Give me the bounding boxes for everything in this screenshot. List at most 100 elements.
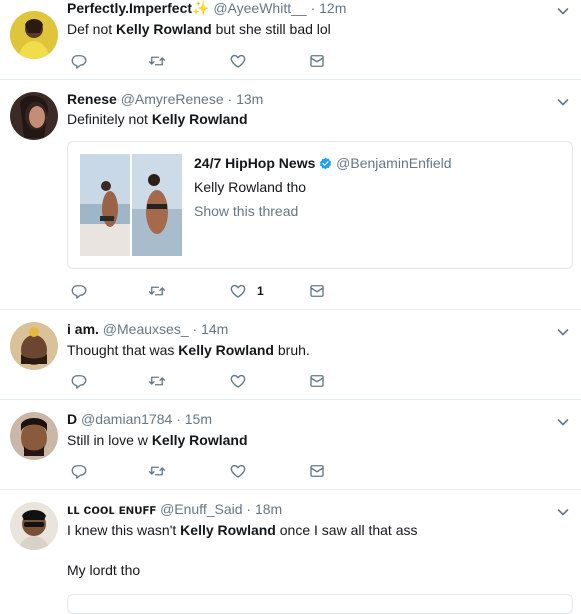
text-segment: I knew this wasn't [67, 522, 181, 538]
tweet-actions: 1 [67, 281, 367, 301]
avatar[interactable] [10, 322, 58, 370]
sparkles-emoji: ✨ [192, 0, 210, 16]
quoted-handle[interactable]: @BenjaminEnfield [336, 155, 451, 171]
chevron-down-icon[interactable] [557, 506, 569, 518]
user-handle[interactable]: @damian1784 [81, 411, 172, 427]
message-button[interactable] [308, 51, 326, 71]
chevron-down-icon[interactable] [557, 5, 569, 17]
retweet-icon [148, 372, 166, 390]
tweet-text: I knew this wasn't Kelly Rowland once I … [67, 522, 418, 538]
avatar-image [10, 11, 58, 59]
avatar-image [10, 92, 58, 140]
timestamp[interactable]: 13m [236, 91, 263, 107]
envelope-icon [308, 282, 326, 300]
heart-icon [229, 372, 247, 390]
chevron-down-icon[interactable] [557, 326, 569, 338]
text-segment: Def not [67, 21, 117, 37]
beach-photo-2 [132, 154, 182, 256]
tweet-header: ʟʟ ᴄᴏᴏʟ ᴇɴᴜꜰꜰ @Enuff_Said · 18m [67, 501, 282, 518]
tweet-text: Definitely not Kelly Rowland [67, 111, 248, 127]
quoted-display-name[interactable]: 24/7 HipHop News [194, 155, 315, 171]
avatar[interactable] [10, 502, 58, 550]
avatar[interactable] [10, 92, 58, 140]
like-count: 1 [257, 284, 264, 298]
separator-dot: · [246, 501, 252, 517]
chevron-down-icon[interactable] [557, 416, 569, 428]
tweet-header: Renese @AmyreRenese · 13m [67, 91, 263, 107]
text-segment: bruh. [273, 342, 310, 358]
like-button[interactable] [229, 371, 247, 391]
tweet-text: Def not Kelly Rowland but she still bad … [67, 21, 331, 37]
timestamp[interactable]: 15m [185, 411, 212, 427]
reply-button[interactable] [70, 371, 88, 391]
tweet-actions [67, 461, 367, 481]
chevron-down-icon[interactable] [557, 96, 569, 108]
beach-photo-1 [80, 154, 130, 256]
tweet-header: Perfectly.Imperfect✨ @AyeeWhitt__ · 12m [67, 0, 346, 17]
text-segment: Definitely not [67, 111, 152, 127]
tweet-actions [67, 371, 367, 391]
highlighted-term: Kelly Rowland [180, 522, 276, 538]
text-segment: Still in love w [67, 432, 152, 448]
avatar[interactable] [10, 412, 58, 460]
user-handle[interactable]: @Enuff_Said [160, 501, 242, 517]
tweet-2[interactable]: Renese @AmyreRenese · 13m Definitely not… [0, 80, 581, 310]
envelope-icon [308, 372, 326, 390]
reply-button[interactable] [70, 461, 88, 481]
quoted-text: Kelly Rowland tho [194, 179, 307, 195]
tweet-1[interactable]: Perfectly.Imperfect✨ @AyeeWhitt__ · 12m … [0, 0, 581, 80]
highlighted-term: Kelly Rowland [178, 342, 274, 358]
separator-dot: · [310, 0, 316, 16]
message-button[interactable] [308, 371, 326, 391]
quoted-header: 24/7 HipHop News @BenjaminEnfield [194, 155, 452, 171]
quoted-media-2[interactable] [132, 154, 182, 256]
highlighted-term: Kelly Rowland [151, 111, 248, 127]
heart-icon [229, 52, 247, 70]
message-button[interactable] [308, 461, 326, 481]
tweet-header: D @damian1784 · 15m [67, 411, 212, 427]
show-thread-link[interactable]: Show this thread [194, 203, 298, 219]
reply-icon [70, 282, 88, 300]
user-handle[interactable]: @AyeeWhitt__ [213, 0, 306, 16]
reply-icon [70, 372, 88, 390]
reply-icon [70, 52, 88, 70]
retweet-button[interactable] [148, 461, 166, 481]
display-name[interactable]: Renese [67, 91, 117, 107]
heart-icon [229, 462, 247, 480]
verified-badge-icon [320, 157, 332, 170]
like-button[interactable] [229, 51, 247, 71]
avatar-image [10, 412, 58, 460]
quoted-media-1[interactable] [80, 154, 130, 256]
quoted-tweet-card[interactable]: 24/7 HipHop News @BenjaminEnfield Kelly … [67, 141, 573, 269]
reply-button[interactable] [70, 51, 88, 71]
user-handle[interactable]: @AmyreRenese [121, 91, 224, 107]
separator-dot: · [192, 321, 198, 337]
quoted-tweet-card-partial[interactable] [67, 594, 573, 614]
retweet-button[interactable] [148, 281, 166, 301]
like-button[interactable]: 1 [229, 281, 264, 301]
tweet-text-line-2: My lordt tho [67, 562, 141, 578]
highlighted-term: Kelly Rowland [151, 432, 248, 448]
text-segment: Thought that was [67, 342, 179, 358]
retweet-button[interactable] [148, 51, 166, 71]
tweet-4[interactable]: D @damian1784 · 15m Still in love w Kell… [0, 400, 581, 490]
tweet-3[interactable]: i am. @Meauxses_ · 14m Thought that was … [0, 310, 581, 400]
user-handle[interactable]: @Meauxses_ [103, 321, 189, 337]
display-name[interactable]: ʟʟ ᴄᴏᴏʟ ᴇɴᴜꜰꜰ [67, 501, 156, 517]
retweet-button[interactable] [148, 371, 166, 391]
timestamp[interactable]: 12m [319, 0, 346, 16]
avatar[interactable] [10, 11, 58, 59]
like-button[interactable] [229, 461, 247, 481]
display-name[interactable]: Perfectly.Imperfect [67, 0, 192, 16]
timestamp[interactable]: 18m [255, 501, 282, 517]
tweet-5[interactable]: ʟʟ ᴄᴏᴏʟ ᴇɴᴜꜰꜰ @Enuff_Said · 18m I knew t… [0, 490, 581, 614]
text-segment: once I saw all that ass [275, 522, 418, 538]
retweet-icon [148, 52, 166, 70]
display-name[interactable]: i am. [67, 321, 99, 337]
retweet-icon [148, 462, 166, 480]
timestamp[interactable]: 14m [201, 321, 228, 337]
message-button[interactable] [308, 281, 326, 301]
text-segment: but she still bad lol [211, 21, 331, 37]
reply-button[interactable] [70, 281, 88, 301]
display-name[interactable]: D [67, 411, 77, 427]
